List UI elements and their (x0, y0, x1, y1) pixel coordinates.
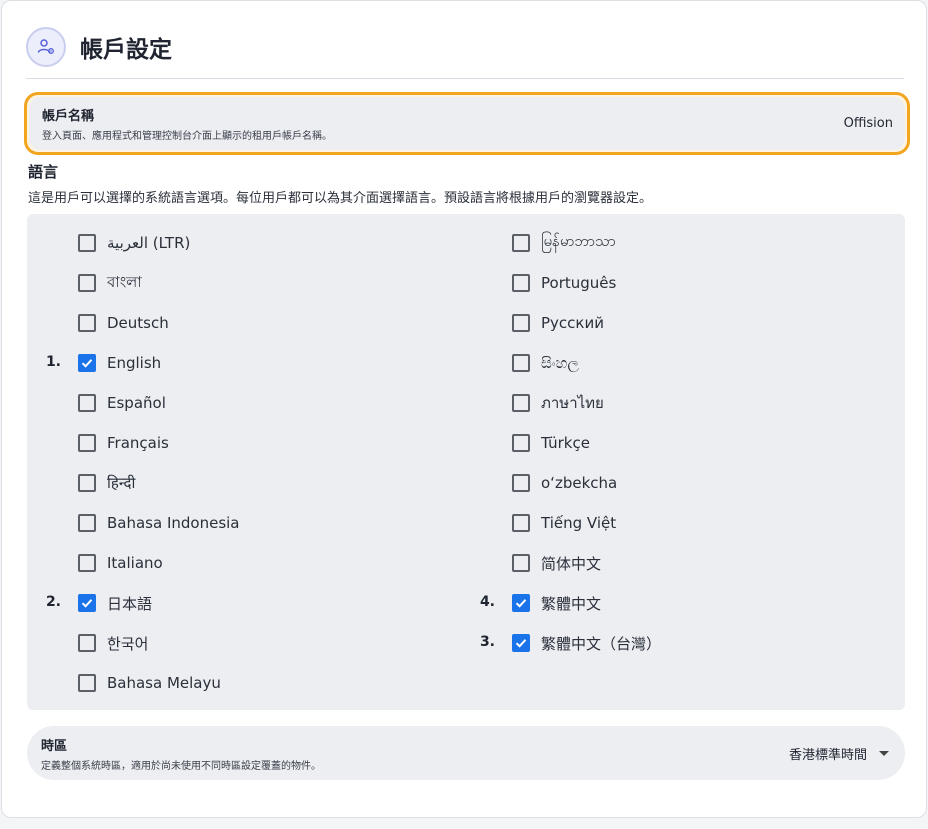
user-gear-icon (26, 27, 66, 67)
language-label: 繁體中文（台灣） (541, 634, 662, 653)
language-option[interactable]: العربية (LTR) (78, 231, 190, 255)
language-label: Bahasa Melayu (107, 674, 221, 692)
timezone-value: 香港標準時間 (788, 747, 867, 763)
language-option[interactable]: မြန်မာဘာသာ (512, 231, 616, 255)
language-option[interactable]: English (78, 351, 161, 375)
language-option[interactable]: Deutsch (78, 311, 169, 335)
language-option[interactable]: Türkçe (512, 431, 590, 455)
checkbox-unchecked[interactable] (78, 674, 96, 692)
language-label: বাংলা (107, 272, 142, 291)
language-option[interactable]: Tiếng Việt (512, 511, 616, 535)
language-option[interactable]: oʻzbekcha (512, 471, 617, 495)
timezone-text: 時區 定義整個系統時區，適用於尚未使用不同時區設定覆蓋的物件。 (41, 735, 321, 772)
timezone-title: 時區 (41, 738, 68, 754)
language-option[interactable]: Français (78, 431, 169, 455)
language-label: Bahasa Indonesia (107, 514, 240, 532)
checkbox-unchecked[interactable] (512, 434, 530, 452)
language-option[interactable]: Español (78, 391, 166, 415)
language-option[interactable]: 日本語 (78, 591, 152, 615)
checkbox-unchecked[interactable] (78, 234, 96, 252)
language-section-description: 這是用戶可以選擇的系統語言選項。每位用戶都可以為其介面選擇語言。預設語言將根據用… (28, 191, 653, 206)
page-header: 帳戶設定 (26, 25, 172, 69)
page-title: 帳戶設定 (80, 37, 172, 63)
checkmark-icon (81, 359, 93, 368)
caret-down-icon[interactable] (879, 750, 889, 756)
account-name-value: Offision (843, 116, 893, 131)
language-option[interactable]: ภาษาไทย (512, 391, 604, 415)
language-label: 한국어 (107, 634, 149, 653)
language-label: العربية (LTR) (107, 234, 191, 252)
checkbox-unchecked[interactable] (512, 314, 530, 332)
language-label: Português (541, 274, 617, 292)
checkbox-unchecked[interactable] (78, 514, 96, 532)
checkmark-icon (81, 599, 93, 608)
timezone-select[interactable]: 香港標準時間 (789, 744, 889, 763)
language-order-number: 1. (45, 354, 61, 370)
checkbox-unchecked[interactable] (512, 554, 530, 572)
checkbox-unchecked[interactable] (78, 554, 96, 572)
checkbox-checked[interactable] (78, 594, 96, 612)
language-label: English (107, 354, 162, 372)
checkbox-checked[interactable] (78, 354, 96, 372)
language-option[interactable]: Bahasa Melayu (78, 671, 221, 695)
account-name-row[interactable]: 帳戶名稱 登入頁面、應用程式和管理控制台介面上顯示的租用戶帳戶名稱。 Offis… (24, 92, 910, 155)
language-section-title: 語言 (28, 163, 59, 181)
language-option[interactable]: Português (512, 271, 616, 295)
language-label: မြန်မာဘာသာ (541, 232, 616, 250)
checkbox-unchecked[interactable] (512, 354, 530, 372)
language-option[interactable]: Русский (512, 311, 604, 335)
checkbox-unchecked[interactable] (78, 434, 96, 452)
checkbox-checked[interactable] (512, 594, 530, 612)
checkbox-unchecked[interactable] (78, 474, 96, 492)
language-label: 简体中文 (541, 554, 602, 573)
account-name-text: 帳戶名稱 登入頁面、應用程式和管理控制台介面上顯示的租用戶帳戶名稱。 (42, 105, 332, 142)
timezone-description: 定義整個系統時區，適用於尚未使用不同時區設定覆蓋的物件。 (41, 760, 321, 772)
title-divider (26, 78, 904, 79)
language-label: Français (107, 434, 169, 452)
language-label: Italiano (107, 554, 163, 572)
settings-panel: 帳戶設定 帳戶名稱 登入頁面、應用程式和管理控制台介面上顯示的租用戶帳戶名稱。 … (1, 0, 927, 818)
language-order-number: 4. (479, 594, 495, 610)
language-label: 繁體中文 (541, 594, 602, 613)
account-name-inner: 帳戶名稱 登入頁面、應用程式和管理控制台介面上顯示的租用戶帳戶名稱。 Offis… (29, 97, 905, 150)
language-option[interactable]: 繁體中文 (512, 591, 601, 615)
language-option[interactable]: বাংলা (78, 271, 142, 295)
language-option[interactable]: Italiano (78, 551, 163, 575)
language-option[interactable]: Bahasa Indonesia (78, 511, 240, 535)
timezone-row[interactable]: 時區 定義整個系統時區，適用於尚未使用不同時區設定覆蓋的物件。 香港標準時間 (27, 726, 905, 780)
language-order-number: 3. (479, 634, 495, 650)
account-name-description: 登入頁面、應用程式和管理控制台介面上顯示的租用戶帳戶名稱。 (42, 131, 332, 142)
checkbox-unchecked[interactable] (78, 634, 96, 652)
language-label: Русский (541, 314, 604, 332)
language-label: Español (107, 394, 166, 412)
language-option[interactable]: हिन्दी (78, 471, 135, 495)
language-option[interactable]: සිංහල (512, 351, 579, 375)
checkbox-unchecked[interactable] (512, 394, 530, 412)
checkbox-unchecked[interactable] (512, 514, 530, 532)
language-option[interactable]: 简体中文 (512, 551, 601, 575)
language-label: Türkçe (541, 434, 590, 452)
checkmark-icon (515, 639, 527, 648)
checkbox-unchecked[interactable] (78, 274, 96, 292)
language-label: 日本語 (107, 594, 153, 613)
checkbox-checked[interactable] (512, 634, 530, 652)
language-label: Tiếng Việt (541, 514, 617, 532)
language-option[interactable]: 繁體中文（台灣） (512, 631, 661, 655)
checkmark-icon (515, 599, 527, 608)
checkbox-unchecked[interactable] (78, 394, 96, 412)
language-label: සිංහල (541, 354, 579, 372)
language-option[interactable]: 한국어 (78, 631, 148, 655)
language-options: العربية (LTR) বাংলা Deutsch 1. English Españo… (27, 214, 905, 710)
account-name-title: 帳戶名稱 (42, 109, 95, 124)
language-order-number: 2. (45, 594, 61, 610)
language-label: ภาษาไทย (541, 394, 604, 412)
checkbox-unchecked[interactable] (512, 274, 530, 292)
checkbox-unchecked[interactable] (78, 314, 96, 332)
language-label: हिन्दी (107, 474, 136, 492)
checkbox-unchecked[interactable] (512, 474, 530, 492)
language-label: Deutsch (107, 314, 169, 332)
language-label: oʻzbekcha (541, 474, 618, 492)
checkbox-unchecked[interactable] (512, 234, 530, 252)
